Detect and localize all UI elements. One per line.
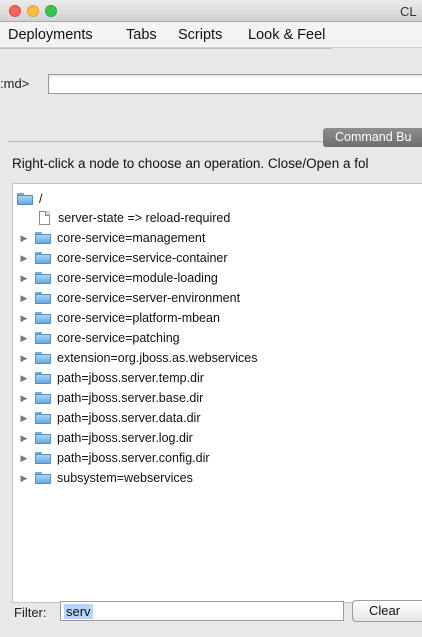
window-title: CL	[400, 4, 417, 19]
tree-node-label: path=jboss.server.base.dir	[57, 391, 204, 405]
expand-triangle-icon[interactable]: ▶	[19, 273, 29, 284]
folder-icon	[35, 272, 51, 284]
tree-node-label: core-service=module-loading	[57, 271, 218, 285]
tree-node[interactable]: ▶ path=jboss.server.temp.dir	[19, 368, 204, 388]
expand-triangle-icon[interactable]: ▶	[19, 373, 29, 384]
tree-root[interactable]: /	[17, 189, 42, 209]
tree-node[interactable]: ▶ path=jboss.server.config.dir	[19, 448, 210, 468]
expand-triangle-icon[interactable]: ▶	[19, 433, 29, 444]
instructions-text: Right-click a node to choose an operatio…	[12, 156, 369, 171]
expand-triangle-icon[interactable]: ▶	[19, 393, 29, 404]
tree-node-label: core-service=service-container	[57, 251, 228, 265]
folder-icon	[35, 312, 51, 324]
folder-icon	[35, 452, 51, 464]
menu-tabs[interactable]: Tabs	[126, 27, 157, 43]
tree-node[interactable]: ▶ core-service=management	[19, 228, 206, 248]
folder-icon	[35, 372, 51, 384]
folder-icon	[35, 412, 51, 424]
expand-triangle-icon[interactable]: ▶	[19, 253, 29, 264]
minimize-window-button[interactable]	[27, 5, 39, 17]
menu-look-and-feel[interactable]: Look & Feel	[248, 27, 325, 43]
close-window-button[interactable]	[9, 5, 21, 17]
filter-input-value: serv	[64, 603, 93, 619]
menu-bar: Deployments Tabs Scripts Look & Feel	[0, 22, 422, 48]
expand-triangle-icon[interactable]: ▶	[19, 313, 29, 324]
tree-node-label: core-service=patching	[57, 331, 180, 345]
tree-node-label: path=jboss.server.log.dir	[57, 431, 193, 445]
folder-icon	[35, 432, 51, 444]
tree-node-label: path=jboss.server.temp.dir	[57, 371, 204, 385]
expand-triangle-icon[interactable]: ▶	[19, 233, 29, 244]
window-titlebar: CL	[0, 0, 422, 22]
tree-node-label: extension=org.jboss.as.webservices	[57, 351, 258, 365]
tree-node[interactable]: ▶ core-service=service-container	[19, 248, 228, 268]
folder-icon	[35, 332, 51, 344]
tree-node[interactable]: ▶ path=jboss.server.data.dir	[19, 408, 201, 428]
tree-node-label: path=jboss.server.config.dir	[57, 451, 210, 465]
expand-triangle-icon[interactable]: ▶	[19, 293, 29, 304]
expand-triangle-icon[interactable]: ▶	[19, 353, 29, 364]
tree-node-label: core-service=platform-mbean	[57, 311, 220, 325]
tab-command-builder[interactable]: Command Bu	[323, 128, 422, 147]
menu-scripts[interactable]: Scripts	[178, 27, 222, 43]
tree-node-label: server-state => reload-required	[58, 211, 231, 225]
tree-node[interactable]: ▶ path=jboss.server.base.dir	[19, 388, 204, 408]
tree-node[interactable]: ▶ core-service=module-loading	[19, 268, 218, 288]
menu-deployments[interactable]: Deployments	[8, 27, 93, 43]
cmd-label: :md>	[0, 76, 30, 91]
tree-node-label: core-service=management	[57, 231, 206, 245]
tree-node-label: core-service=server-environment	[57, 291, 241, 305]
zoom-window-button[interactable]	[45, 5, 57, 17]
folder-icon	[35, 472, 51, 484]
folder-icon	[35, 352, 51, 364]
tree-node[interactable]: ▶ path=jboss.server.log.dir	[19, 428, 193, 448]
menu-divider	[0, 48, 332, 49]
node-tree[interactable]: / server-state => reload-required ▶ core…	[12, 183, 422, 603]
tree-leaf-server-state[interactable]: server-state => reload-required	[39, 208, 230, 228]
expand-triangle-icon[interactable]: ▶	[19, 453, 29, 464]
cmd-input[interactable]	[48, 74, 422, 94]
document-icon	[39, 211, 50, 225]
folder-icon	[35, 392, 51, 404]
tree-node-label: path=jboss.server.data.dir	[57, 411, 201, 425]
folder-icon	[35, 292, 51, 304]
tree-node[interactable]: ▶ core-service=server-environment	[19, 288, 241, 308]
expand-triangle-icon[interactable]: ▶	[19, 333, 29, 344]
tree-node[interactable]: ▶ core-service=platform-mbean	[19, 308, 220, 328]
folder-icon	[17, 193, 33, 205]
expand-triangle-icon[interactable]: ▶	[19, 413, 29, 424]
tree-node-label: subsystem=webservices	[57, 471, 193, 485]
folder-icon	[35, 232, 51, 244]
tree-node[interactable]: ▶ extension=org.jboss.as.webservices	[19, 348, 258, 368]
filter-label: Filter:	[14, 605, 47, 620]
tree-node[interactable]: ▶ subsystem=webservices	[19, 468, 193, 488]
filter-input[interactable]: serv	[60, 601, 344, 621]
tree-node[interactable]: ▶ core-service=patching	[19, 328, 180, 348]
folder-icon	[35, 252, 51, 264]
tree-node-label: /	[39, 192, 43, 206]
clear-button[interactable]: Clear	[352, 600, 422, 622]
expand-triangle-icon[interactable]: ▶	[19, 473, 29, 484]
